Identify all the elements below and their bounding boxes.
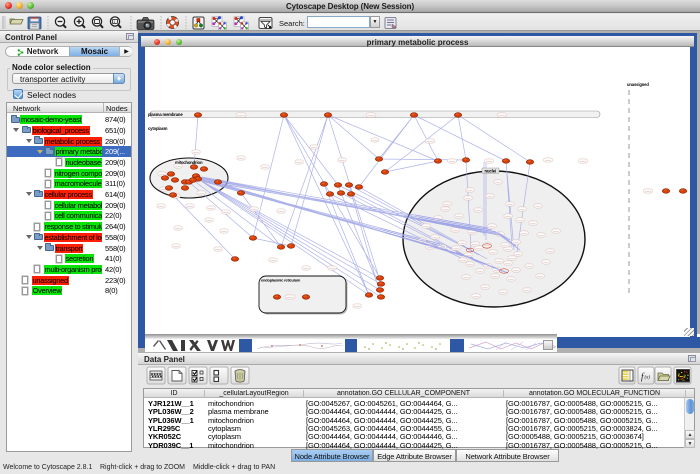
svg-text:unassigned: unassigned <box>627 82 649 87</box>
svg-text:(x): (x) <box>645 376 651 381</box>
svg-text:endoplasmic reticulum: endoplasmic reticulum <box>261 278 301 283</box>
svg-text:1: 1 <box>113 20 115 24</box>
svg-text:cytoplasm: cytoplasm <box>148 126 168 131</box>
svg-text:plasma membrane: plasma membrane <box>148 112 183 117</box>
svg-text:nuclei: nuclei <box>485 168 497 173</box>
